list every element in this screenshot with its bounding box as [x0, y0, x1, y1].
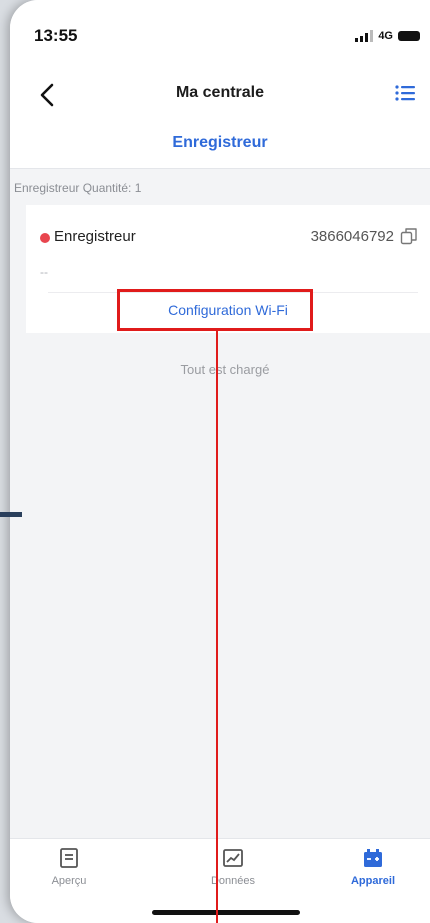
device-icon	[364, 849, 382, 867]
document-icon	[60, 848, 78, 868]
device-subtitle: --	[40, 265, 48, 279]
nav-item-appareil[interactable]: Appareil	[318, 847, 428, 887]
nav-label-apercu: Aperçu	[51, 875, 87, 887]
phone-screen: 13:55 4G Ma centrale Enregistreur Enregi…	[10, 0, 430, 923]
device-quantity: Enregistreur Quantité: 1	[14, 181, 142, 195]
device-tabs: Enregistreur	[10, 118, 430, 169]
background-decoration	[0, 512, 22, 517]
list-menu-icon[interactable]	[394, 82, 416, 104]
list-end-message: Tout est chargé	[180, 362, 270, 377]
offline-status-icon	[40, 233, 50, 243]
callout-line	[216, 331, 218, 923]
highlight-box	[117, 289, 313, 331]
tab-enregistreur[interactable]: Enregistreur	[10, 134, 430, 152]
device-serial: 3866046792	[310, 228, 394, 245]
copy-icon[interactable]	[400, 227, 418, 245]
nav-label-donnees: Données	[210, 875, 256, 887]
nav-item-donnees[interactable]: Données	[178, 847, 288, 887]
status-bar: 13:55 4G	[10, 0, 430, 72]
page-title: Ma centrale	[175, 84, 265, 101]
battery-icon	[398, 31, 420, 41]
status-indicators: 4G	[355, 30, 420, 42]
nav-label-appareil: Appareil	[350, 875, 395, 887]
nav-bar: Ma centrale	[10, 72, 430, 118]
signal-icon	[355, 30, 374, 42]
home-indicator[interactable]	[152, 910, 300, 915]
chart-icon	[223, 849, 243, 867]
device-name: Enregistreur	[54, 228, 136, 245]
nav-item-apercu[interactable]: Aperçu	[14, 847, 124, 887]
network-type: 4G	[378, 30, 393, 42]
status-time: 13:55	[34, 26, 78, 45]
